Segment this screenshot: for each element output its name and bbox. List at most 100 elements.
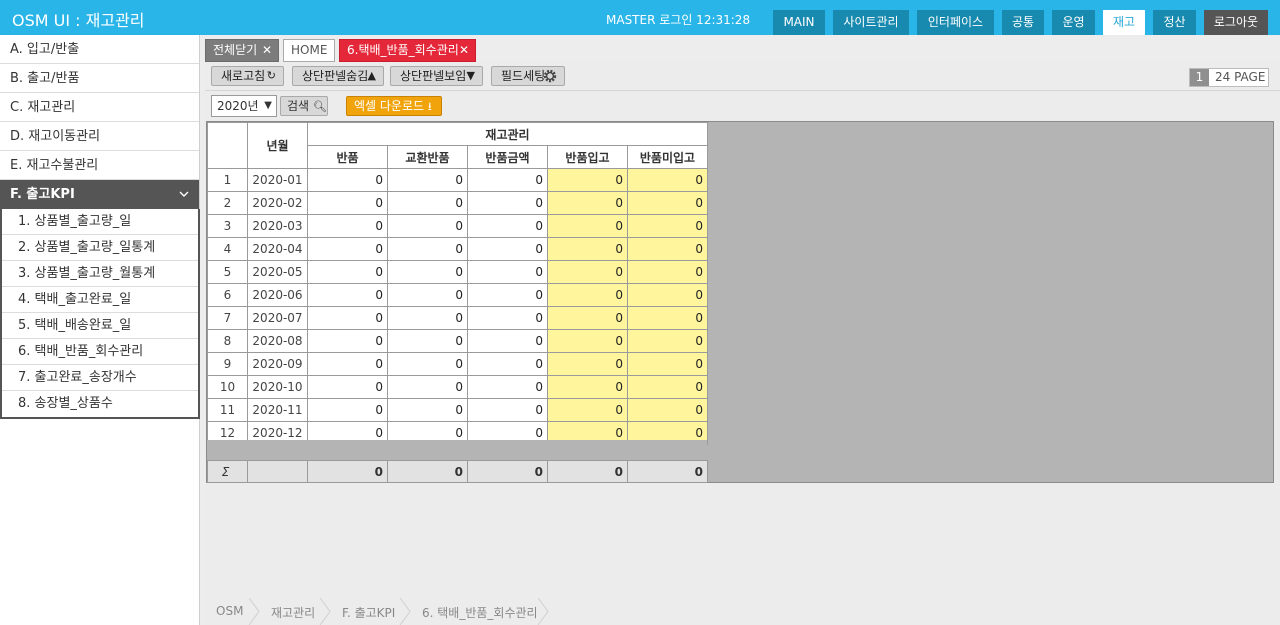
sidebar-item-transfer[interactable]: D. 재고이동관리 <box>0 122 199 151</box>
table-cell[interactable]: 0 <box>547 329 628 353</box>
table-cell[interactable]: 0 <box>547 306 628 330</box>
nav-settlement[interactable]: 정산 <box>1153 10 1196 35</box>
table-cell[interactable]: 0 <box>547 168 628 192</box>
column-header-return[interactable]: 반품 <box>307 145 388 169</box>
table-cell[interactable]: 0 <box>387 237 468 261</box>
submenu-item[interactable]: 6. 택배_반품_회수관리 <box>2 339 198 365</box>
search-button[interactable]: 검색 🔍︎ <box>280 96 328 116</box>
cell-yearmonth[interactable]: 2020-03 <box>247 214 308 238</box>
sidebar-item-outbound[interactable]: B. 출고/반품 <box>0 64 199 93</box>
submenu-item[interactable]: 3. 상품별_출고량_월통계 <box>2 261 198 287</box>
table-cell[interactable]: 0 <box>547 214 628 238</box>
submenu-item[interactable]: 4. 택배_출고완료_일 <box>2 287 198 313</box>
table-cell[interactable]: 0 <box>467 283 548 307</box>
breadcrumb-item[interactable]: OSM <box>216 604 243 618</box>
submenu-item[interactable]: 2. 상품별_출고량_일통계 <box>2 235 198 261</box>
table-cell[interactable]: 0 <box>307 398 388 422</box>
excel-download-button[interactable]: 엑셀 다운로드 ⭳ <box>346 96 442 116</box>
table-cell[interactable]: 0 <box>467 375 548 399</box>
table-cell[interactable]: 0 <box>547 191 628 215</box>
sidebar-item-inventory[interactable]: C. 재고관리 <box>0 93 199 122</box>
table-cell[interactable]: 0 <box>307 306 388 330</box>
table-row[interactable]: 10 2020-10 0 0 0 0 0 <box>207 375 708 399</box>
close-icon[interactable]: ✕ <box>262 40 272 61</box>
table-cell[interactable]: 0 <box>387 329 468 353</box>
table-cell[interactable]: 0 <box>467 191 548 215</box>
column-header-return-received[interactable]: 반품입고 <box>547 145 628 169</box>
table-cell[interactable]: 0 <box>627 352 708 376</box>
table-cell[interactable]: 0 <box>627 260 708 284</box>
table-cell[interactable]: 0 <box>307 352 388 376</box>
tab-home[interactable]: HOME <box>283 39 335 62</box>
column-header-exchange-return[interactable]: 교환반품 <box>387 145 468 169</box>
nav-inventory[interactable]: 재고 <box>1103 10 1145 35</box>
table-cell[interactable]: 0 <box>627 306 708 330</box>
year-select[interactable]: 2020년 ▼ <box>211 95 277 117</box>
table-cell[interactable]: 0 <box>547 398 628 422</box>
table-cell[interactable]: 0 <box>627 398 708 422</box>
sidebar-item-ledger[interactable]: E. 재고수불관리 <box>0 151 199 180</box>
table-cell[interactable]: 0 <box>467 306 548 330</box>
nav-main[interactable]: MAIN <box>773 10 825 35</box>
submenu-item[interactable]: 7. 출고완료_송장개수 <box>2 365 198 391</box>
column-header-yearmonth[interactable]: 년월 <box>247 122 308 169</box>
table-cell[interactable]: 0 <box>467 329 548 353</box>
breadcrumb-item[interactable]: 재고관리 <box>271 604 315 621</box>
table-cell[interactable]: 0 <box>307 375 388 399</box>
nav-operation[interactable]: 운영 <box>1052 10 1095 35</box>
table-cell[interactable]: 0 <box>387 375 468 399</box>
table-cell[interactable]: 0 <box>627 375 708 399</box>
submenu-item[interactable]: 8. 송장별_상품수 <box>2 391 198 417</box>
table-cell[interactable]: 0 <box>307 168 388 192</box>
table-cell[interactable]: 0 <box>307 214 388 238</box>
hide-panel-button[interactable]: 상단판넬숨김 ▲ <box>292 66 384 86</box>
cell-yearmonth[interactable]: 2020-11 <box>247 398 308 422</box>
logout-button[interactable]: 로그아웃 <box>1204 10 1268 35</box>
cell-yearmonth[interactable]: 2020-02 <box>247 191 308 215</box>
nav-common[interactable]: 공통 <box>1002 10 1044 35</box>
table-cell[interactable]: 0 <box>307 329 388 353</box>
table-row[interactable]: 4 2020-04 0 0 0 0 0 <box>207 237 708 261</box>
table-cell[interactable]: 0 <box>627 283 708 307</box>
table-row[interactable]: 5 2020-05 0 0 0 0 0 <box>207 260 708 284</box>
table-cell[interactable]: 0 <box>467 352 548 376</box>
submenu-item[interactable]: 5. 택배_배송완료_일 <box>2 313 198 339</box>
cell-yearmonth[interactable]: 2020-10 <box>247 375 308 399</box>
cell-yearmonth[interactable]: 2020-01 <box>247 168 308 192</box>
table-cell[interactable]: 0 <box>307 191 388 215</box>
table-cell[interactable]: 0 <box>547 352 628 376</box>
table-cell[interactable]: 0 <box>627 329 708 353</box>
table-cell[interactable]: 0 <box>627 214 708 238</box>
refresh-button[interactable]: 새로고침 ↻ <box>211 66 284 86</box>
table-cell[interactable]: 0 <box>387 283 468 307</box>
table-cell[interactable]: 0 <box>387 191 468 215</box>
table-cell[interactable]: 0 <box>387 352 468 376</box>
table-cell[interactable]: 0 <box>547 260 628 284</box>
table-cell[interactable]: 0 <box>387 214 468 238</box>
table-cell[interactable]: 0 <box>467 214 548 238</box>
cell-yearmonth[interactable]: 2020-06 <box>247 283 308 307</box>
table-cell[interactable]: 0 <box>627 191 708 215</box>
breadcrumb-item[interactable]: F. 출고KPI <box>342 604 395 621</box>
table-row[interactable]: 9 2020-09 0 0 0 0 0 <box>207 352 708 376</box>
cell-yearmonth[interactable]: 2020-09 <box>247 352 308 376</box>
nav-site-admin[interactable]: 사이트관리 <box>833 10 909 35</box>
table-cell[interactable]: 0 <box>627 237 708 261</box>
tab-active[interactable]: 6.택배_반품_회수관리 ✕ <box>339 39 476 62</box>
cell-yearmonth[interactable]: 2020-04 <box>247 237 308 261</box>
table-cell[interactable]: 0 <box>467 260 548 284</box>
column-header-return-amount[interactable]: 반품금액 <box>467 145 548 169</box>
table-row[interactable]: 6 2020-06 0 0 0 0 0 <box>207 283 708 307</box>
table-row[interactable]: 7 2020-07 0 0 0 0 0 <box>207 306 708 330</box>
table-row[interactable]: 3 2020-03 0 0 0 0 0 <box>207 214 708 238</box>
cell-yearmonth[interactable]: 2020-08 <box>247 329 308 353</box>
table-cell[interactable]: 0 <box>627 168 708 192</box>
table-cell[interactable]: 0 <box>387 168 468 192</box>
table-cell[interactable]: 0 <box>467 398 548 422</box>
field-setting-button[interactable]: 필드세팅 <box>491 66 565 86</box>
table-cell[interactable]: 0 <box>307 283 388 307</box>
table-cell[interactable]: 0 <box>547 237 628 261</box>
nav-interface[interactable]: 인터페이스 <box>917 10 994 35</box>
table-cell[interactable]: 0 <box>547 283 628 307</box>
table-cell[interactable]: 0 <box>467 168 548 192</box>
